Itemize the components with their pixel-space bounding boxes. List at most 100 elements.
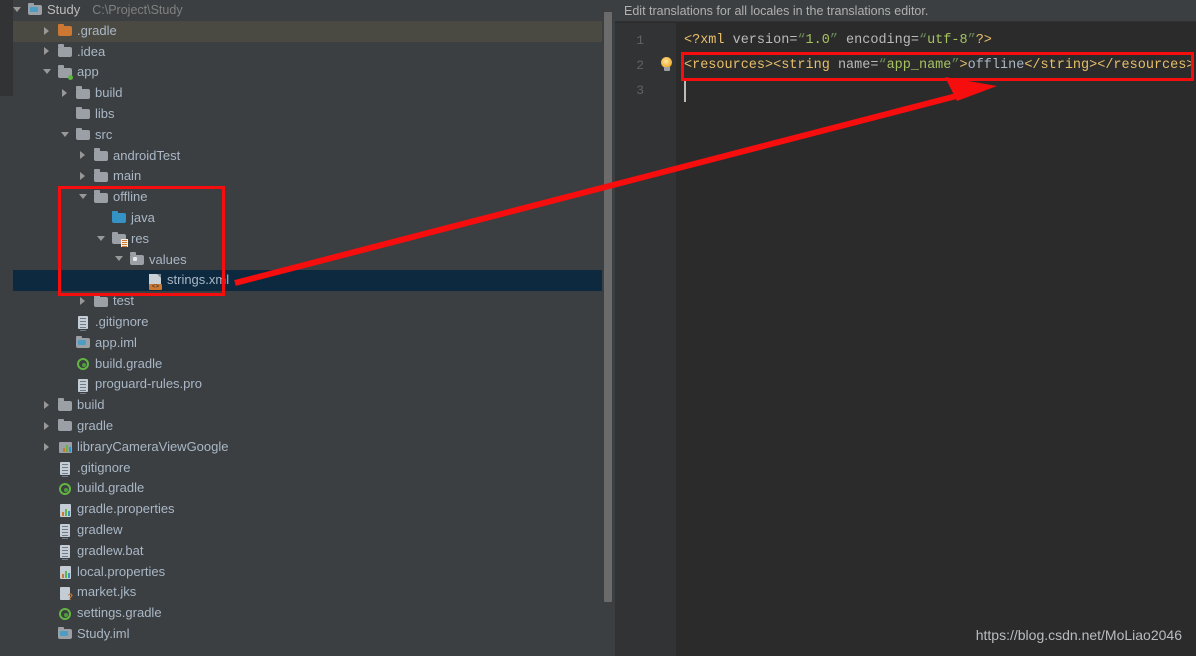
keystore-file-icon [57,585,73,602]
tree-item-values[interactable]: values [13,250,613,271]
string-value-offline: offline [967,58,1025,73]
tree-item-label: src [95,126,113,142]
tree-item-build-gradle[interactable]: build.gradle [13,478,613,499]
tree-item-main[interactable]: main [13,166,613,187]
folder-icon [93,169,109,185]
tree-item-label: .gradle [77,22,117,38]
xml-version-value: 1.0 [805,33,830,48]
values-folder-icon [129,252,145,268]
chevron-right-icon[interactable] [43,26,52,36]
tree-item-local-properties[interactable]: local.properties [13,562,613,583]
tree-item--gitignore[interactable]: .gitignore [13,458,613,479]
tree-item-build-gradle[interactable]: build.gradle [13,354,613,375]
tree-item--idea[interactable]: .idea [13,42,613,63]
quote-close-1: ” [829,33,838,48]
tree-item-settings-gradle[interactable]: settings.gradle [13,603,613,624]
tree-item-label: main [113,168,142,184]
lightbulb-icon[interactable] [660,57,674,73]
quote-open-3: “ [878,58,887,73]
module-folder-icon [57,65,73,81]
text-file-icon [75,377,91,394]
chevron-right-icon[interactable] [79,172,88,181]
quote-close-2: ” [967,33,976,48]
tree-item-test[interactable]: test [13,291,613,312]
collapsed-left-tool-strip[interactable] [0,0,14,656]
tag-gt: > [959,58,968,73]
tree-item-proguard-rules-pro[interactable]: proguard-rules.pro [13,374,613,395]
tree-item-build[interactable]: build [13,395,613,416]
chevron-right-icon[interactable] [79,151,88,160]
chevron-right-icon[interactable] [61,89,70,98]
tree-item--gradle[interactable]: .gradle [13,20,613,42]
tree-item-libs[interactable]: libs [13,104,613,125]
tree-item-java[interactable]: java [13,208,613,229]
text-file-icon [57,460,73,477]
tree-item-strings-xml[interactable]: <> strings.xml [13,270,613,292]
xml-encoding-value: utf-8 [927,33,968,48]
chevron-down-icon[interactable] [115,255,124,264]
tree-item-label: app [77,64,99,80]
chevron-right-icon[interactable] [43,442,52,452]
line-number-2: 2 [636,58,644,73]
gradle-file-icon [75,356,91,372]
tree-item-label: local.properties [77,563,166,579]
tree-item-gradle-properties[interactable]: gradle.properties [13,499,613,520]
code-line-1: <?xml version=“1.0” encoding=“utf-8”?> [684,28,992,53]
project-tree-panel[interactable]: Study C:\Project\Study .gradle .idea app buil… [13,0,613,656]
tree-item-label: java [131,209,155,225]
tree-item-label: libraryCameraViewGoogle [77,438,229,454]
tree-item-label: test [113,293,134,309]
tree-vertical-scrollbar[interactable] [602,0,613,656]
chevron-down-icon[interactable] [61,131,70,140]
chevron-down-icon[interactable] [79,193,88,202]
editor-panel[interactable]: Edit translations for all locales in the… [615,0,1196,656]
folder-icon [75,106,91,122]
tree-root-study[interactable]: Study C:\Project\Study [13,0,613,21]
tree-item-label: gradle [77,417,114,433]
tree-item-market-jks[interactable]: market.jks [13,582,613,603]
tree-item-study-iml[interactable]: Study.iml [13,624,613,645]
gradle-file-icon [57,481,73,497]
text-file-icon [57,522,73,540]
chevron-right-icon[interactable] [43,401,52,410]
strip-sliver-mid [0,130,13,320]
tree-item-gradlew[interactable]: gradlew [13,520,613,541]
folder-icon [93,190,109,206]
tree-item-app-iml[interactable]: app.iml [13,333,613,354]
chevron-right-icon[interactable] [43,421,52,431]
tree-item-label: build.gradle [95,355,163,371]
tree-item-app[interactable]: app [13,62,613,83]
tree-item-gradlew-bat[interactable]: gradlew.bat [13,541,613,562]
chevron-right-icon[interactable] [43,47,52,56]
tree-item-res[interactable]: res [13,229,613,250]
project-tree[interactable]: Study C:\Project\Study .gradle .idea app buil… [13,0,613,645]
tree-scrollbar-thumb[interactable] [604,12,612,602]
tree-item-offline[interactable]: offline [13,187,613,208]
editor-gutter[interactable]: 1 2 3 [615,23,676,656]
tree-item--gitignore[interactable]: .gitignore [13,312,613,333]
tree-item-build[interactable]: build [13,83,613,104]
chevron-down-icon[interactable] [13,6,22,15]
tree-item-androidtest[interactable]: androidTest [13,146,613,167]
chevron-right-icon[interactable] [79,297,88,306]
chevron-down-icon[interactable] [97,235,106,244]
tree-item-src[interactable]: src [13,125,613,146]
chevron-down-icon[interactable] [43,68,52,77]
tree-item-label: gradlew [77,521,123,537]
tree-item-gradle[interactable]: gradle [13,416,613,437]
quote-open-2: “ [918,33,928,48]
tree-item-librarycameraviewgoogle[interactable]: libraryCameraViewGoogle [13,437,613,458]
code-text-area[interactable]: <?xml version=“1.0” encoding=“utf-8”?> <… [676,23,1196,656]
tree-item-label: proguard-rules.pro [95,376,202,392]
xml-decl-attr-encoding: encoding= [837,33,919,48]
folder-icon [57,398,73,414]
folder-icon [57,418,73,434]
code-line-2: <resources><string name=“app_name”>offli… [684,53,1194,78]
strip-sliver-top [0,0,13,96]
lightbulb-base [663,67,670,71]
